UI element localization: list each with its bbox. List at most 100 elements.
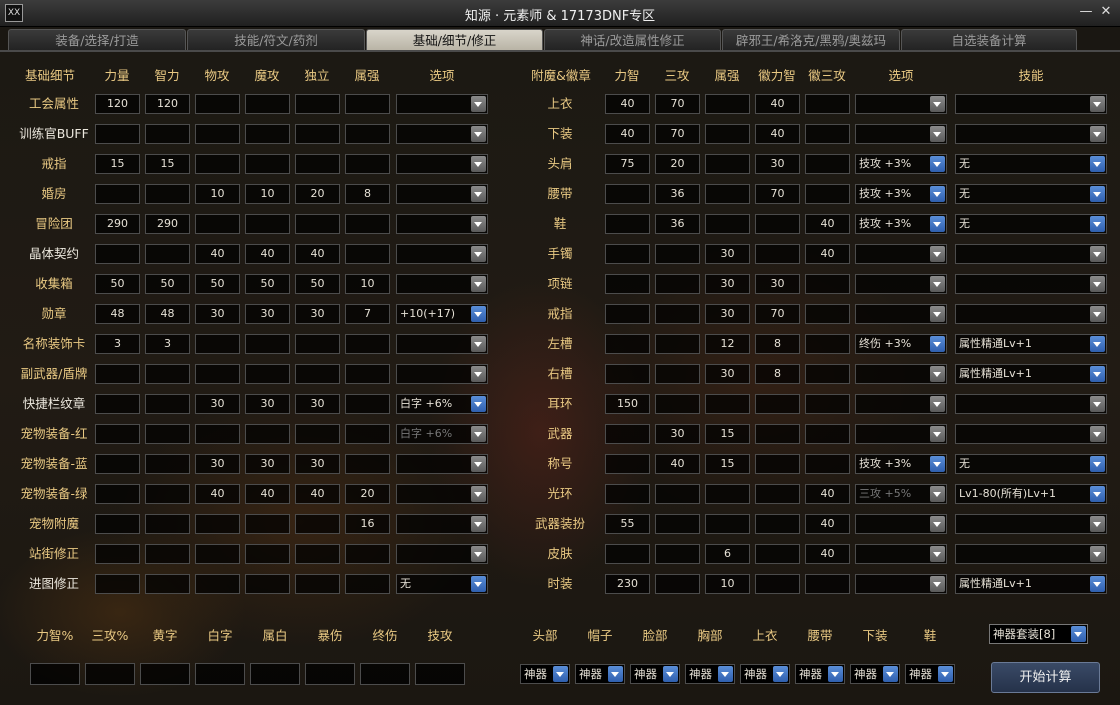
left-value-input[interactable] xyxy=(145,424,190,444)
left-value-input[interactable] xyxy=(95,484,140,504)
tab-1[interactable]: 技能/符文/药剂 xyxy=(187,29,365,50)
right-value-input[interactable] xyxy=(705,484,750,504)
right-option-select[interactable] xyxy=(855,544,947,564)
right-value-input[interactable]: 8 xyxy=(755,364,800,384)
left-value-input[interactable]: 290 xyxy=(95,214,140,234)
gear-slot-select[interactable]: 神器 xyxy=(795,664,845,684)
right-value-input[interactable] xyxy=(755,544,800,564)
left-option-select[interactable] xyxy=(396,514,488,534)
right-value-input[interactable]: 40 xyxy=(805,514,850,534)
left-value-input[interactable] xyxy=(145,574,190,594)
right-value-input[interactable]: 15 xyxy=(705,424,750,444)
bottom-stat-input[interactable] xyxy=(30,663,80,685)
right-value-input[interactable] xyxy=(755,454,800,474)
left-value-input[interactable] xyxy=(195,334,240,354)
gear-slot-select[interactable]: 神器 xyxy=(575,664,625,684)
left-value-input[interactable] xyxy=(245,94,290,114)
right-value-input[interactable] xyxy=(805,574,850,594)
right-value-input[interactable] xyxy=(805,394,850,414)
right-value-input[interactable] xyxy=(655,574,700,594)
right-value-input[interactable] xyxy=(805,274,850,294)
right-value-input[interactable]: 10 xyxy=(705,574,750,594)
left-option-select[interactable]: 无 xyxy=(396,574,488,594)
skill-select[interactable]: 无 xyxy=(955,214,1107,234)
left-value-input[interactable] xyxy=(145,544,190,564)
left-value-input[interactable] xyxy=(145,124,190,144)
right-option-select[interactable] xyxy=(855,424,947,444)
left-value-input[interactable] xyxy=(95,424,140,444)
right-value-input[interactable] xyxy=(655,364,700,384)
right-value-input[interactable] xyxy=(655,274,700,294)
right-value-input[interactable]: 40 xyxy=(655,454,700,474)
left-value-input[interactable] xyxy=(145,514,190,534)
right-value-input[interactable] xyxy=(655,514,700,534)
right-value-input[interactable]: 55 xyxy=(605,514,650,534)
left-value-input[interactable] xyxy=(245,154,290,174)
left-value-input[interactable] xyxy=(345,394,390,414)
right-value-input[interactable] xyxy=(755,514,800,534)
right-value-input[interactable]: 40 xyxy=(805,214,850,234)
left-value-input[interactable] xyxy=(145,394,190,414)
left-value-input[interactable]: 3 xyxy=(95,334,140,354)
left-value-input[interactable]: 40 xyxy=(295,484,340,504)
left-value-input[interactable] xyxy=(295,574,340,594)
skill-select[interactable]: 无 xyxy=(955,184,1107,204)
left-value-input[interactable] xyxy=(95,544,140,564)
left-value-input[interactable] xyxy=(95,184,140,204)
right-value-input[interactable] xyxy=(755,574,800,594)
left-option-select[interactable] xyxy=(396,484,488,504)
right-option-select[interactable]: 技攻 +3% xyxy=(855,184,947,204)
left-value-input[interactable] xyxy=(195,94,240,114)
tab-4[interactable]: 辟邪王/希洛克/黑鸦/奥兹玛 xyxy=(722,29,900,50)
left-value-input[interactable]: 48 xyxy=(145,304,190,324)
left-value-input[interactable] xyxy=(345,124,390,144)
right-value-input[interactable]: 30 xyxy=(705,364,750,384)
left-value-input[interactable] xyxy=(145,184,190,204)
left-value-input[interactable]: 40 xyxy=(195,244,240,264)
left-option-select[interactable] xyxy=(396,94,488,114)
set-select[interactable]: 神器套装[8] xyxy=(989,624,1088,644)
left-option-select[interactable]: +10(+17) xyxy=(396,304,488,324)
right-option-select[interactable] xyxy=(855,124,947,144)
right-option-select[interactable] xyxy=(855,514,947,534)
gear-slot-select[interactable]: 神器 xyxy=(740,664,790,684)
right-value-input[interactable]: 40 xyxy=(605,124,650,144)
bottom-stat-input[interactable] xyxy=(250,663,300,685)
right-value-input[interactable] xyxy=(755,424,800,444)
bottom-stat-input[interactable] xyxy=(305,663,355,685)
left-value-input[interactable] xyxy=(145,484,190,504)
right-value-input[interactable]: 30 xyxy=(705,244,750,264)
right-value-input[interactable] xyxy=(805,424,850,444)
tab-0[interactable]: 装备/选择/打造 xyxy=(8,29,186,50)
right-value-input[interactable] xyxy=(605,364,650,384)
left-value-input[interactable]: 15 xyxy=(95,154,140,174)
left-value-input[interactable]: 30 xyxy=(195,394,240,414)
left-value-input[interactable] xyxy=(245,574,290,594)
left-value-input[interactable] xyxy=(295,364,340,384)
left-value-input[interactable]: 3 xyxy=(145,334,190,354)
right-option-select[interactable] xyxy=(855,574,947,594)
right-value-input[interactable] xyxy=(805,124,850,144)
left-value-input[interactable]: 30 xyxy=(195,454,240,474)
bottom-stat-input[interactable] xyxy=(360,663,410,685)
left-value-input[interactable]: 20 xyxy=(345,484,390,504)
left-value-input[interactable]: 7 xyxy=(345,304,390,324)
left-value-input[interactable] xyxy=(95,514,140,534)
left-value-input[interactable] xyxy=(345,154,390,174)
right-option-select[interactable] xyxy=(855,244,947,264)
right-value-input[interactable]: 30 xyxy=(705,304,750,324)
right-value-input[interactable]: 6 xyxy=(705,544,750,564)
right-value-input[interactable] xyxy=(805,154,850,174)
right-value-input[interactable] xyxy=(605,184,650,204)
skill-select[interactable] xyxy=(955,514,1107,534)
left-option-select[interactable] xyxy=(396,454,488,474)
left-option-select[interactable] xyxy=(396,364,488,384)
right-value-input[interactable] xyxy=(705,124,750,144)
right-value-input[interactable] xyxy=(805,454,850,474)
bottom-stat-input[interactable] xyxy=(195,663,245,685)
right-value-input[interactable]: 150 xyxy=(605,394,650,414)
left-value-input[interactable] xyxy=(345,94,390,114)
right-value-input[interactable]: 30 xyxy=(705,274,750,294)
start-calc-button[interactable]: 开始计算 xyxy=(991,662,1100,693)
left-value-input[interactable] xyxy=(295,94,340,114)
